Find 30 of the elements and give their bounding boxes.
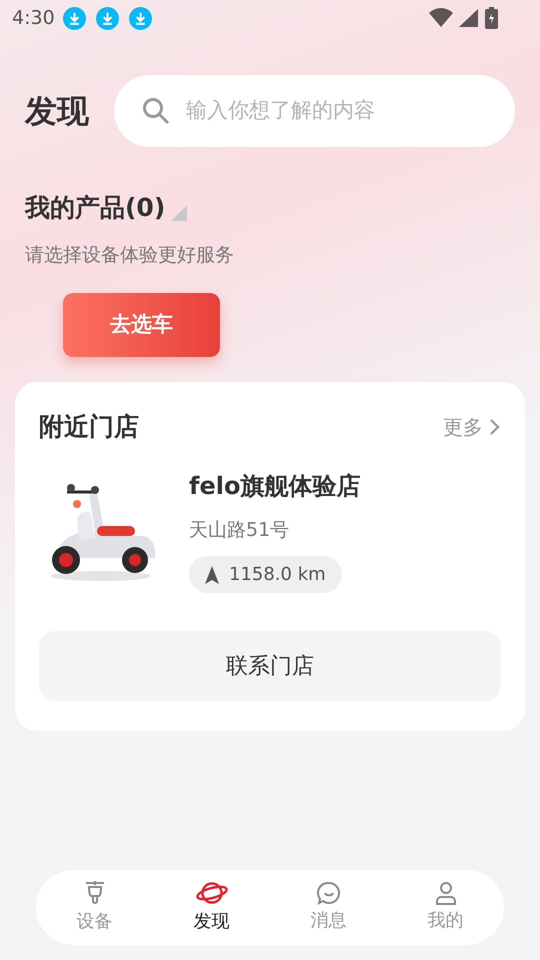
download-icon <box>62 6 86 30</box>
status-time: 4:30 <box>12 6 55 31</box>
nav-tab[interactable]: 我的 <box>387 870 504 945</box>
download-icon <box>128 6 152 30</box>
chat-icon <box>316 881 340 905</box>
store-name: felo旗舰体验店 <box>189 470 360 502</box>
page-title: 发现 <box>25 91 89 132</box>
nav-tab[interactable]: 发现 <box>153 870 270 945</box>
store-address: 天山路51号 <box>189 518 290 542</box>
search-icon <box>142 97 170 125</box>
corner-triangle-icon <box>171 204 188 220</box>
card-title: 附近门店 <box>39 411 139 443</box>
chevron-right-icon <box>489 418 501 436</box>
download-icon <box>96 6 119 30</box>
navigation-arrow-icon <box>205 566 219 584</box>
planet-icon <box>196 880 228 906</box>
wifi-icon <box>429 8 453 28</box>
nav-tab[interactable]: 设备 <box>36 870 153 945</box>
distance-text: 1158.0 km <box>229 563 326 587</box>
search-field[interactable]: 输入你想了解的内容 <box>186 95 487 127</box>
person-icon <box>434 881 458 905</box>
section-title: 我的产品(0) <box>25 192 166 224</box>
battery-icon <box>485 7 498 29</box>
contact-store-button[interactable]: 联系门店 <box>39 631 501 701</box>
signal-icon <box>459 8 479 28</box>
choose-vehicle-button[interactable]: 去选车 <box>63 293 220 357</box>
search-bar[interactable]: 输入你想了解的内容 <box>114 75 515 147</box>
more-link[interactable]: 更多 <box>443 412 501 442</box>
section-subtitle: 请选择设备体验更好服务 <box>24 242 235 268</box>
nav-tab[interactable]: 消息 <box>270 870 387 945</box>
